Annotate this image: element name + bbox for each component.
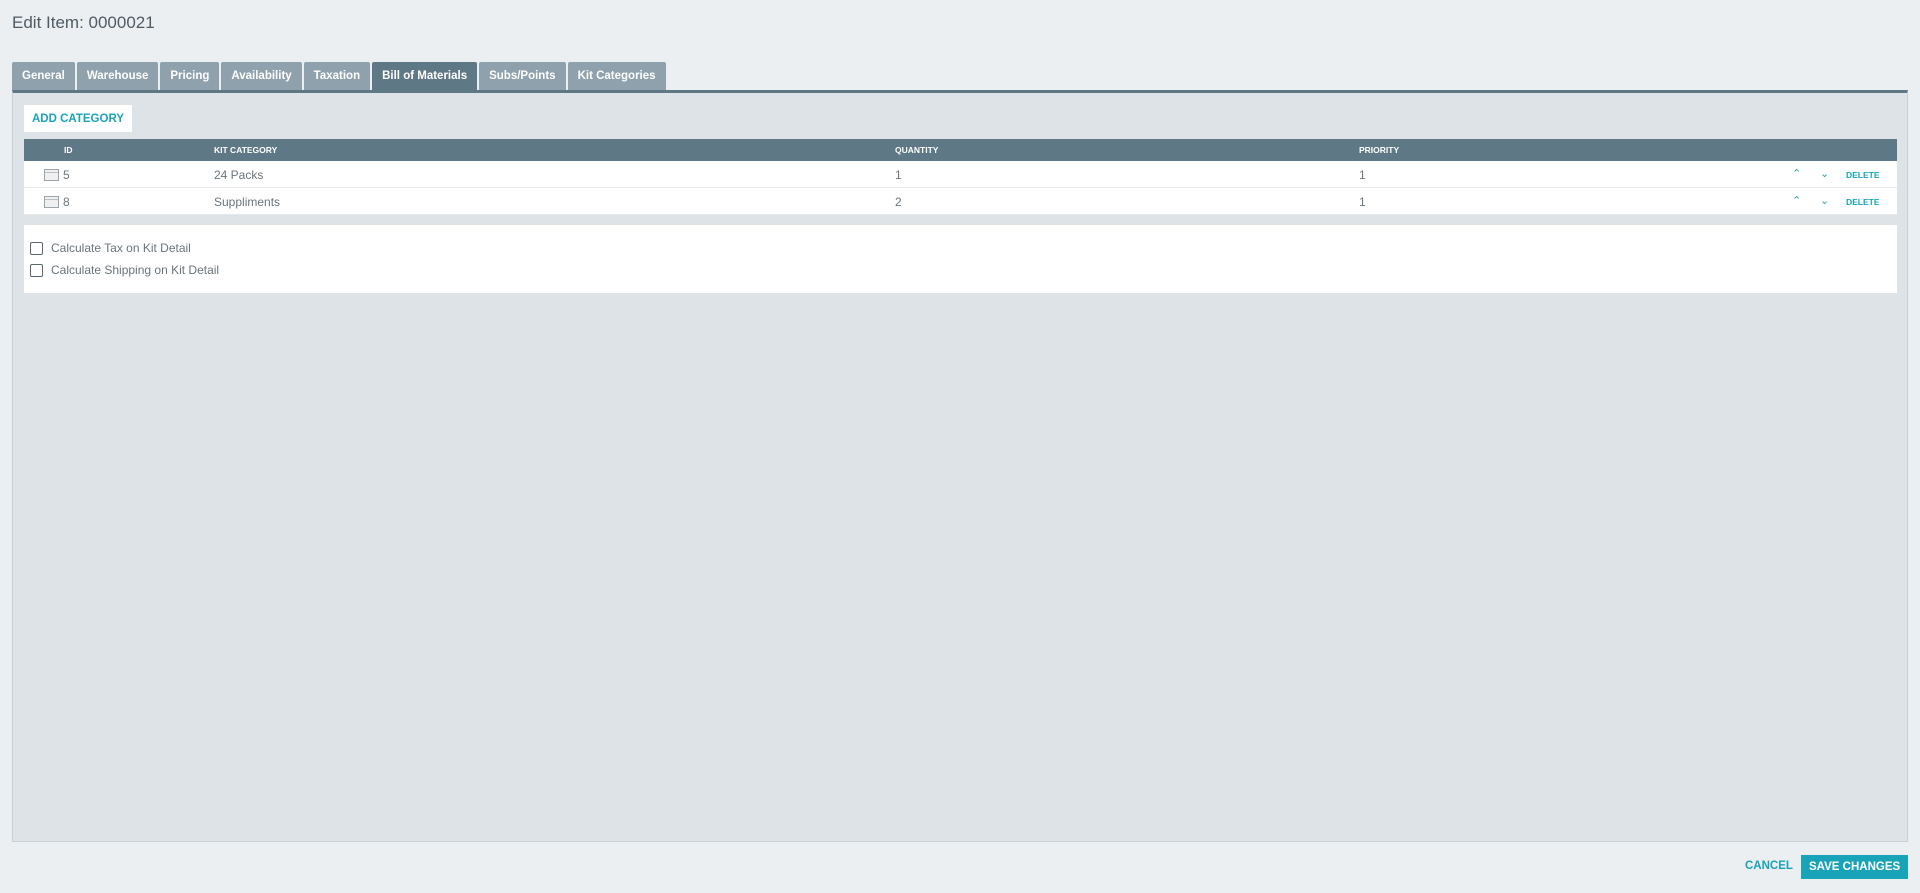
calculate-tax-label: Calculate Tax on Kit Detail (51, 241, 191, 255)
tab-bar: General Warehouse Pricing Availability T… (12, 62, 666, 90)
tab-taxation[interactable]: Taxation (303, 62, 371, 90)
cell-kit-category: Suppliments (214, 195, 281, 209)
cell-quantity: 1 (895, 168, 902, 182)
chevron-down-icon[interactable]: ⌄ (1820, 194, 1829, 207)
cell-priority: 1 (1359, 168, 1366, 182)
calculate-tax-option[interactable]: Calculate Tax on Kit Detail (24, 237, 1897, 259)
chevron-down-icon[interactable]: ⌄ (1820, 167, 1829, 180)
column-header-id[interactable]: ID (64, 145, 73, 155)
tab-kit-categories[interactable]: Kit Categories (567, 62, 666, 90)
cell-id: 8 (63, 195, 70, 209)
table-header: ID KIT CATEGORY QUANTITY PRIORITY (24, 139, 1897, 161)
add-category-button[interactable]: ADD CATEGORY (24, 105, 132, 132)
column-header-priority[interactable]: PRIORITY (1359, 145, 1399, 155)
cell-quantity: 2 (895, 195, 902, 209)
cell-priority: 1 (1359, 195, 1366, 209)
tab-general[interactable]: General (12, 62, 75, 90)
table-row[interactable]: 5 24 Packs 1 1 ⌃ ⌄ DELETE (24, 161, 1897, 188)
table-row[interactable]: 8 Suppliments 2 1 ⌃ ⌄ DELETE (24, 188, 1897, 215)
calculate-shipping-checkbox[interactable] (30, 263, 43, 277)
kit-category-table: ID KIT CATEGORY QUANTITY PRIORITY 5 24 P… (24, 139, 1897, 215)
tab-pricing[interactable]: Pricing (160, 62, 220, 90)
tab-bill-of-materials[interactable]: Bill of Materials (372, 62, 478, 90)
item-icon[interactable] (44, 196, 59, 208)
calculate-tax-checkbox[interactable] (30, 241, 43, 255)
save-changes-button[interactable]: SAVE CHANGES (1801, 855, 1909, 879)
tab-warehouse[interactable]: Warehouse (76, 62, 159, 90)
column-header-kit-category[interactable]: KIT CATEGORY (214, 145, 277, 155)
page-title: Edit Item: 0000021 (12, 13, 155, 32)
cancel-button[interactable]: CANCEL (1745, 860, 1793, 872)
chevron-up-icon[interactable]: ⌃ (1792, 167, 1801, 180)
item-icon[interactable] (44, 169, 59, 181)
column-header-quantity[interactable]: QUANTITY (895, 145, 938, 155)
kit-options: Calculate Tax on Kit Detail Calculate Sh… (24, 225, 1897, 293)
tab-subs-points[interactable]: Subs/Points (479, 62, 566, 90)
cell-id: 5 (63, 168, 70, 182)
tab-availability[interactable]: Availability (221, 62, 302, 90)
calculate-shipping-option[interactable]: Calculate Shipping on Kit Detail (24, 259, 1897, 281)
chevron-up-icon[interactable]: ⌃ (1792, 194, 1801, 207)
delete-button[interactable]: DELETE (1846, 170, 1880, 180)
delete-button[interactable]: DELETE (1846, 197, 1880, 207)
cell-kit-category: 24 Packs (214, 168, 264, 182)
calculate-shipping-label: Calculate Shipping on Kit Detail (51, 263, 220, 277)
tab-panel: ADD CATEGORY ID KIT CATEGORY QUANTITY PR… (12, 90, 1908, 842)
